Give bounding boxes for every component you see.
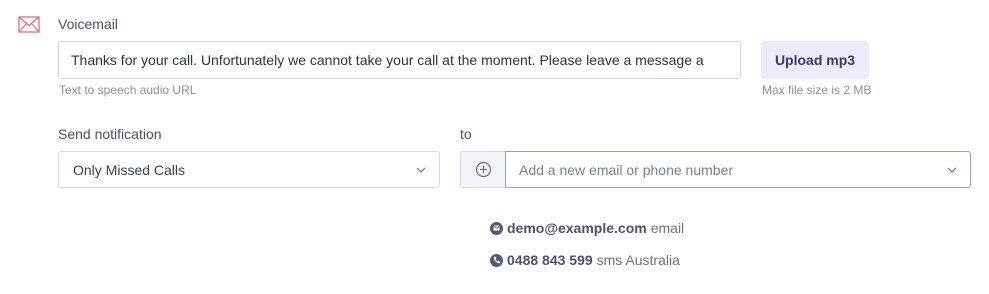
recipient-value: 0488 843 599 xyxy=(507,252,593,268)
send-notification-label: Send notification xyxy=(58,126,162,142)
add-recipient-button[interactable] xyxy=(460,151,506,188)
upload-mp3-button[interactable]: Upload mp3 xyxy=(761,41,869,79)
voicemail-message-input[interactable] xyxy=(58,41,741,79)
send-notification-value: Only Missed Calls xyxy=(73,161,186,178)
phone-icon xyxy=(490,253,503,267)
plus-circle-icon xyxy=(475,161,492,178)
voicemail-envelope-icon xyxy=(18,16,40,33)
upload-size-hint: Max file size is 2 MB xyxy=(762,83,872,97)
recipient-input[interactable] xyxy=(519,161,946,178)
recipient-value: demo@example.com xyxy=(507,220,647,236)
chevron-down-icon xyxy=(416,167,426,173)
recipient-type: email xyxy=(650,220,685,236)
chevron-down-icon[interactable] xyxy=(946,166,958,174)
recipient-type: sms Australia xyxy=(596,252,680,268)
envelope-icon xyxy=(490,221,503,235)
recipient-item: 0488 843 599 sms Australia xyxy=(490,252,680,268)
send-notification-select[interactable]: Only Missed Calls xyxy=(58,151,440,188)
to-label: to xyxy=(460,126,472,142)
voicemail-hint: Text to speech audio URL xyxy=(59,83,197,97)
recipient-item: demo@example.com email xyxy=(490,220,684,236)
voicemail-title: Voicemail xyxy=(58,16,118,32)
recipient-combobox[interactable] xyxy=(505,151,971,188)
